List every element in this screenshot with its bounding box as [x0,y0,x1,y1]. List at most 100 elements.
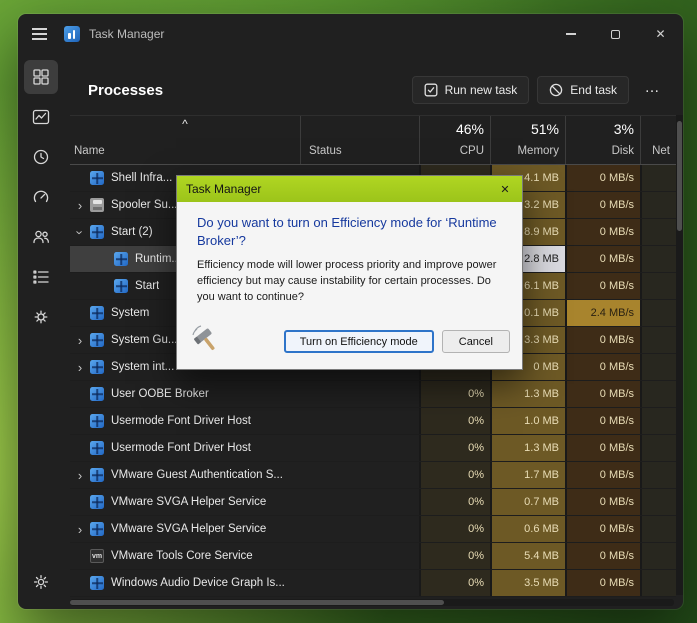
column-header-disk[interactable]: 3% Disk [565,116,640,164]
disk-cell: 0 MB/s [565,219,640,245]
minimize-button[interactable] [548,14,593,54]
cancel-button[interactable]: Cancel [442,330,510,353]
column-label-memory: Memory [517,145,559,157]
network-cell [640,381,676,407]
disk-cell: 2.4 MB/s [565,300,640,326]
cpu-cell: 0% [419,516,490,542]
process-name-cell: VMware SVGA Helper Service [70,489,300,515]
dialog-body: Do you want to turn on Efficiency mode f… [177,202,522,306]
cpu-cell: 0% [419,381,490,407]
expand-arrow-icon[interactable]: › [72,361,88,374]
table-row[interactable]: Usermode Font Driver Host 0% 1.0 MB 0 MB… [70,408,676,435]
network-cell [640,246,676,272]
vertical-scrollbar[interactable] [676,115,683,595]
status-cell [300,462,419,488]
network-cell [640,354,676,380]
dialog-close-button[interactable]: ✕ [492,179,518,199]
task-manager-app-icon [64,26,80,42]
sidebar-item-processes[interactable] [24,60,58,94]
column-header-name[interactable]: ^ Name [70,116,300,164]
run-new-task-label: Run new task [445,83,518,97]
network-cell [640,273,676,299]
network-cell [640,570,676,596]
dialog-instruction: Do you want to turn on Efficiency mode f… [197,214,506,249]
process-icon [90,306,104,320]
process-name: System int... [111,361,174,373]
process-name: VMware Guest Authentication S... [111,469,283,481]
column-header-cpu[interactable]: 46% CPU [419,116,490,164]
disk-cell: 0 MB/s [565,246,640,272]
table-row[interactable]: Usermode Font Driver Host 0% 1.3 MB 0 MB… [70,435,676,462]
process-icon [90,441,104,455]
process-icon [114,252,128,266]
vertical-scrollbar-thumb[interactable] [677,121,682,231]
process-name: Start [135,280,159,292]
expand-arrow-icon[interactable]: › [72,199,88,212]
toolbar-actions: Run new task End task … [412,75,667,106]
processes-icon [32,68,50,86]
expand-arrow-icon[interactable]: › [72,334,88,347]
more-options-button[interactable]: … [637,75,667,106]
memory-cell: 0.7 MB [490,489,565,515]
process-icon [90,414,104,428]
sidebar-item-startup-apps[interactable] [24,180,58,214]
startup-apps-icon [32,188,50,206]
process-icon [90,198,104,212]
app-history-icon [32,148,50,166]
horizontal-scrollbar-thumb[interactable] [70,600,444,605]
process-icon: vm [90,549,104,563]
performance-icon [32,108,50,126]
sidebar-item-performance[interactable] [24,100,58,134]
process-name: VMware SVGA Helper Service [111,523,266,535]
sort-ascending-icon: ^ [70,117,300,131]
process-name: System [111,307,149,319]
run-new-task-button[interactable]: Run new task [412,76,530,104]
page-title: Processes [88,82,163,99]
table-row[interactable]: Windows Audio Device Graph Is... 0% 3.5 … [70,570,676,597]
close-button[interactable]: ✕ [638,14,683,54]
dialog-titlebar[interactable]: Task Manager ✕ [177,176,522,202]
hamburger-menu-button[interactable] [18,14,60,54]
dialog-body-text: Efficiency mode will lower process prior… [197,258,506,306]
sidebar-item-services[interactable] [24,300,58,334]
users-icon [32,228,50,246]
process-name: VMware Tools Core Service [111,550,253,562]
column-label-disk: Disk [612,145,634,157]
sidebar-item-details[interactable] [24,260,58,294]
memory-cell: 0.6 MB [490,516,565,542]
status-cell [300,408,419,434]
cpu-cell: 0% [419,489,490,515]
table-row[interactable]: VMware SVGA Helper Service 0% 0.7 MB 0 M… [70,489,676,516]
process-icon [90,522,104,536]
end-task-button[interactable]: End task [537,76,629,104]
table-row[interactable]: vm VMware Tools Core Service 0% 5.4 MB 0… [70,543,676,570]
process-name-cell: Usermode Font Driver Host [70,408,300,434]
horizontal-scrollbar[interactable] [70,599,674,606]
expand-arrow-icon[interactable]: › [72,469,88,482]
expand-arrow-icon[interactable]: › [72,523,88,536]
column-header-status[interactable]: Status [300,116,419,164]
cpu-cell: 0% [419,543,490,569]
column-header-memory[interactable]: 51% Memory [490,116,565,164]
turn-on-efficiency-mode-button[interactable]: Turn on Efficiency mode [284,330,434,353]
process-name: Runtim... [135,253,181,265]
maximize-button[interactable] [593,14,638,54]
table-row[interactable]: User OOBE Broker 0% 1.3 MB 0 MB/s [70,381,676,408]
cpu-cell: 0% [419,408,490,434]
sidebar-item-users[interactable] [24,220,58,254]
status-cell [300,381,419,407]
memory-cell: 1.3 MB [490,435,565,461]
table-row[interactable]: › VMware SVGA Helper Service 0% 0.6 MB 0… [70,516,676,543]
process-icon [90,495,104,509]
expand-arrow-icon[interactable]: › [74,224,87,240]
run-new-task-icon [424,83,438,97]
process-name-cell: vm VMware Tools Core Service [70,543,300,569]
window-titlebar[interactable]: Task Manager ✕ [18,14,683,54]
disk-cell: 0 MB/s [565,381,640,407]
services-icon [32,308,50,326]
disk-cell: 0 MB/s [565,435,640,461]
column-header-network[interactable]: Net [640,116,676,164]
sidebar-item-app-history[interactable] [24,140,58,174]
table-row[interactable]: › VMware Guest Authentication S... 0% 1.… [70,462,676,489]
sidebar-item-settings[interactable] [24,565,58,599]
